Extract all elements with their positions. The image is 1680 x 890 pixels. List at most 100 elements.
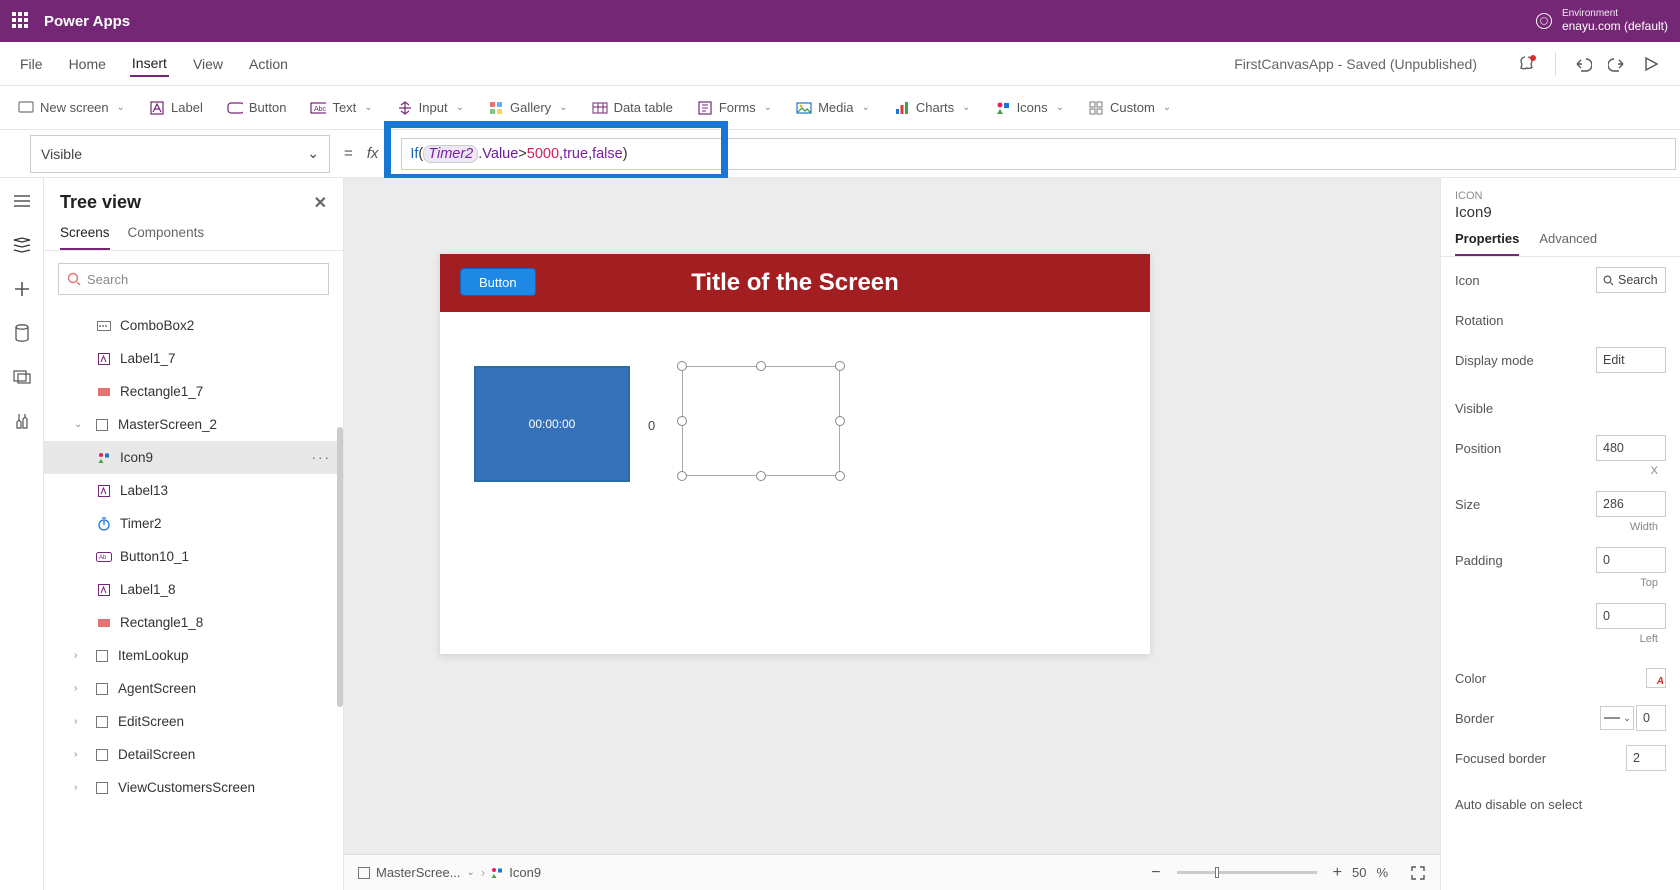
prop-padding-top[interactable]: 0	[1596, 547, 1666, 573]
tree-node-label1-7[interactable]: Label1_7	[44, 342, 343, 375]
formula-input[interactable]: If(Timer2.Value > 5000, true, false)	[401, 138, 1676, 170]
prop-position-x[interactable]: 480	[1596, 435, 1666, 461]
resize-handle[interactable]	[835, 471, 845, 481]
tree-node-viewcustomers[interactable]: ›ViewCustomersScreen	[44, 771, 343, 804]
resize-handle[interactable]	[835, 361, 845, 371]
tree-view-icon[interactable]	[11, 234, 33, 256]
zoom-slider[interactable]	[1177, 871, 1317, 874]
table-icon	[592, 100, 608, 116]
canvas-stage[interactable]: Button Title of the Screen 00:00:00 0	[440, 254, 1150, 654]
tree-node-label13[interactable]: Label13	[44, 474, 343, 507]
app-launcher-icon[interactable]	[12, 12, 30, 30]
ribbon-charts[interactable]: Charts⌄	[890, 96, 975, 120]
chevron-down-icon: ⌄	[1056, 102, 1064, 113]
ribbon-input[interactable]: Input⌄	[393, 96, 468, 120]
ribbon-custom[interactable]: Custom⌄	[1084, 96, 1175, 120]
rectangle-icon	[96, 615, 112, 631]
menu-insert[interactable]: Insert	[130, 51, 169, 77]
scrollbar[interactable]	[337, 427, 343, 707]
tree-search-input[interactable]: Search	[58, 263, 329, 295]
ribbon-media[interactable]: Media⌄	[792, 96, 874, 120]
canvas-label-control[interactable]: 0	[648, 418, 655, 433]
property-dropdown[interactable]: Visible ⌄	[30, 135, 330, 173]
equals-sign: =	[344, 145, 353, 162]
tree-node-combobox2[interactable]: ComboBox2	[44, 309, 343, 342]
tree-node-timer2[interactable]: Timer2	[44, 507, 343, 540]
prop-border-value[interactable]: 0	[1636, 705, 1666, 731]
resize-handle[interactable]	[677, 471, 687, 481]
resize-handle[interactable]	[677, 361, 687, 371]
menu-action[interactable]: Action	[247, 52, 290, 76]
ribbon-text[interactable]: Abc Text⌄	[306, 96, 376, 120]
prop-size-width[interactable]: 286	[1596, 491, 1666, 517]
tree-node-agentscreen[interactable]: ›AgentScreen	[44, 672, 343, 705]
tree-node-label1-8[interactable]: Label1_8	[44, 573, 343, 606]
menu-view[interactable]: View	[191, 52, 225, 76]
ribbon-new-screen[interactable]: New screen⌄	[14, 96, 129, 120]
caret-right-icon: ›	[74, 782, 86, 793]
selected-icon-control[interactable]	[682, 366, 840, 476]
ribbon-text-label: Text	[332, 100, 356, 115]
tree-view-panel: Tree view ✕ Screens Components Search Co…	[44, 178, 344, 890]
prop-color-swatch[interactable]: A	[1646, 668, 1666, 688]
fit-screen-icon[interactable]	[1410, 865, 1426, 881]
more-options-icon[interactable]: ···	[312, 450, 332, 465]
tab-advanced[interactable]: Advanced	[1539, 231, 1597, 256]
tree-node-rectangle1-8[interactable]: Rectangle1_8	[44, 606, 343, 639]
tree-node-detailscreen[interactable]: ›DetailScreen	[44, 738, 343, 771]
hamburger-icon[interactable]	[11, 190, 33, 212]
tree-node-rectangle1-7[interactable]: Rectangle1_7	[44, 375, 343, 408]
ribbon-datatable[interactable]: Data table	[588, 96, 677, 120]
prop-border-style[interactable]: ⌄	[1600, 706, 1634, 730]
resize-handle[interactable]	[835, 416, 845, 426]
caret-right-icon: ›	[74, 683, 86, 694]
app-checker-icon[interactable]	[1517, 53, 1539, 75]
ribbon-media-label: Media	[818, 100, 853, 115]
resize-handle[interactable]	[677, 416, 687, 426]
environment-selector[interactable]: Environment enayu.com (default)	[1536, 8, 1668, 33]
zoom-out-button[interactable]: −	[1151, 864, 1160, 882]
tab-components[interactable]: Components	[128, 225, 205, 250]
menu-home[interactable]: Home	[67, 52, 108, 76]
undo-icon[interactable]	[1572, 53, 1594, 75]
ribbon-gallery[interactable]: Gallery⌄	[484, 96, 572, 120]
close-icon[interactable]: ✕	[314, 193, 327, 213]
search-placeholder: Search	[87, 272, 128, 287]
data-rail-icon[interactable]	[11, 322, 33, 344]
icons-icon	[491, 867, 503, 879]
tree-node-icon9[interactable]: Icon9···	[44, 441, 343, 474]
media-rail-icon[interactable]	[11, 366, 33, 388]
tree-node-editscreen[interactable]: ›EditScreen	[44, 705, 343, 738]
prop-focusedborder-value[interactable]: 2	[1626, 745, 1666, 771]
insert-rail-icon[interactable]	[11, 278, 33, 300]
prop-padding-left[interactable]: 0	[1596, 603, 1666, 629]
canvas-button-control[interactable]: Button	[460, 268, 536, 296]
ribbon-forms[interactable]: Forms⌄	[693, 96, 776, 120]
zoom-in-button[interactable]: +	[1333, 864, 1342, 882]
menu-file[interactable]: File	[18, 52, 45, 76]
prop-displaymode-value[interactable]: Edit	[1596, 347, 1666, 373]
play-preview-icon[interactable]	[1640, 53, 1662, 75]
ribbon-button[interactable]: Button	[223, 96, 291, 120]
resize-handle[interactable]	[756, 471, 766, 481]
tab-screens[interactable]: Screens	[60, 225, 110, 250]
ribbon-new-screen-label: New screen	[40, 100, 109, 115]
fx-button[interactable]: fx⌄	[367, 145, 394, 162]
label-icon	[96, 483, 112, 499]
canvas-timer-control[interactable]: 00:00:00	[474, 366, 630, 482]
tab-properties[interactable]: Properties	[1455, 231, 1519, 256]
formula-variable: Timer2	[423, 145, 478, 163]
redo-icon[interactable]	[1606, 53, 1628, 75]
tree-node-itemlookup[interactable]: ›ItemLookup	[44, 639, 343, 672]
tree-node-masterscreen[interactable]: ⌄MasterScreen_2	[44, 408, 343, 441]
ribbon-icons[interactable]: Icons⌄	[991, 96, 1068, 120]
form-icon	[697, 100, 713, 116]
chevron-down-icon: ⌄	[962, 102, 970, 113]
prop-position-x-sublabel: X	[1455, 465, 1666, 477]
resize-handle[interactable]	[756, 361, 766, 371]
tree-node-button10-1[interactable]: AbButton10_1	[44, 540, 343, 573]
prop-icon-value[interactable]: Search	[1596, 267, 1666, 293]
breadcrumb[interactable]: MasterScree... ⌄ › Icon9	[358, 865, 541, 880]
ribbon-label[interactable]: Label	[145, 96, 207, 120]
advanced-tools-icon[interactable]	[11, 410, 33, 432]
